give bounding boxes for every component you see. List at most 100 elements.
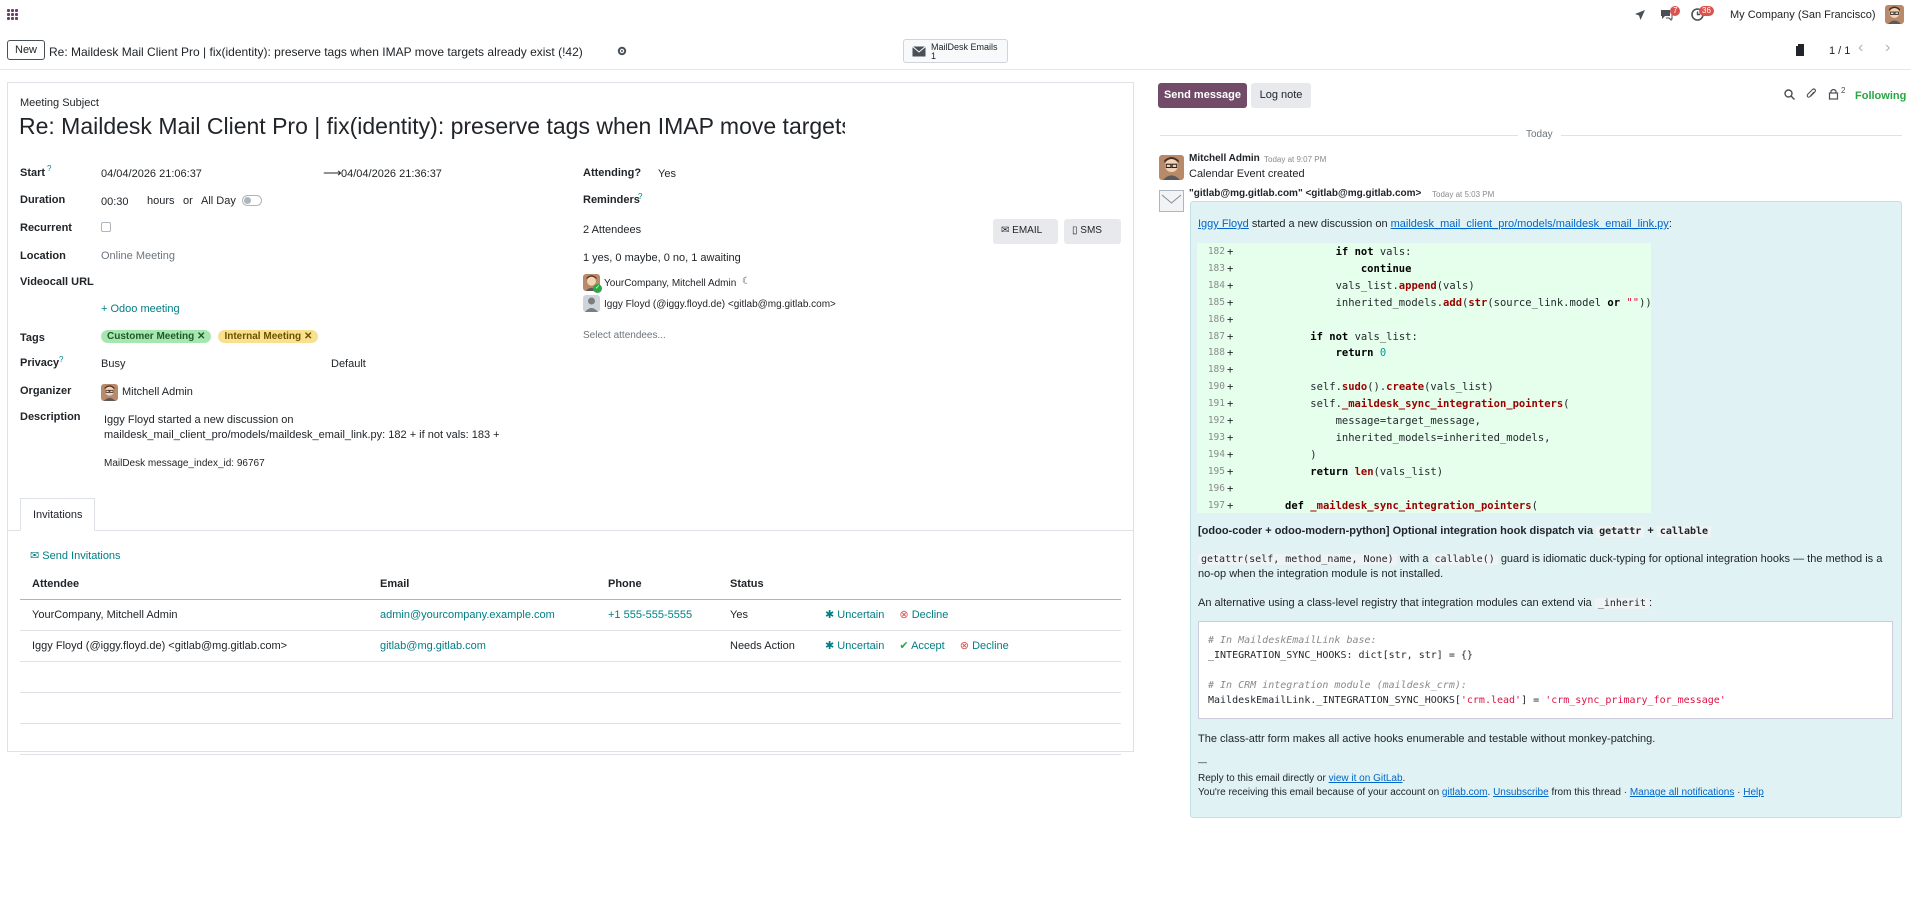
tag-customer-meeting[interactable]: Customer Meeting ✕ xyxy=(101,330,212,343)
accept-button[interactable]: ✔ Accept xyxy=(899,640,944,652)
diff-plus-marker: + xyxy=(1227,415,1234,427)
manage-notifications-link[interactable]: Manage all notifications xyxy=(1630,787,1735,798)
reminders-label: Reminders xyxy=(583,194,640,206)
phone-cell[interactable]: +1 555-555-5555 xyxy=(596,599,718,631)
company-switcher[interactable]: My Company (San Francisco) xyxy=(1730,9,1876,21)
message-body: Calendar Event created xyxy=(1189,168,1305,180)
apps-menu-icon[interactable] xyxy=(7,9,18,20)
sms-attendees-button[interactable]: ▯ SMS xyxy=(1064,219,1121,244)
intro-colon: : xyxy=(1668,218,1672,230)
tag-label: Customer Meeting xyxy=(107,331,195,342)
decline-x-icon: ⊗ xyxy=(899,609,912,621)
line-number: 190 xyxy=(1207,381,1225,393)
new-button[interactable]: New xyxy=(7,40,46,60)
organizer-name[interactable]: Mitchell Admin xyxy=(122,386,193,398)
column-attendee[interactable]: Attendee xyxy=(20,569,368,600)
help-link[interactable]: Help xyxy=(1743,787,1764,798)
subject-label: Meeting Subject xyxy=(20,97,99,109)
line-number: 196 xyxy=(1207,482,1225,494)
description-line-1[interactable]: Iggy Floyd started a new discussion on xyxy=(104,414,294,426)
table-header-row: Attendee Email Phone Status xyxy=(20,569,1121,600)
recurrent-checkbox[interactable] xyxy=(101,222,111,232)
email-cell[interactable]: gitlab@mg.gitlab.com xyxy=(368,630,596,662)
privacy-help-icon[interactable]: ? xyxy=(59,355,63,364)
hours-label: hours xyxy=(147,195,175,207)
send-invitations-label: Send Invitations xyxy=(42,550,121,562)
remove-tag-icon[interactable]: ✕ xyxy=(304,331,312,342)
uncertain-button[interactable]: ✱ Uncertain xyxy=(825,609,884,621)
email-cell[interactable]: admin@yourcompany.example.com xyxy=(368,599,596,631)
allday-toggle[interactable] xyxy=(242,195,262,206)
allday-label: All Day xyxy=(201,195,236,207)
attending-select[interactable]: Yes xyxy=(658,168,676,180)
tag-internal-meeting[interactable]: Internal Meeting ✕ xyxy=(218,330,319,343)
show-as-select[interactable]: Default xyxy=(331,358,366,370)
author-avatar[interactable] xyxy=(1159,155,1184,180)
subject-input[interactable]: Re: Maildesk Mail Client Pro | fix(ident… xyxy=(19,113,845,145)
diff-plus-marker: + xyxy=(1227,448,1234,461)
followers-lock-icon[interactable] xyxy=(1828,88,1839,100)
footer-text: from this thread · xyxy=(1551,787,1628,798)
send-invitations-button[interactable]: ✉ Send Invitations xyxy=(30,549,121,562)
decline-button[interactable]: ⊗ Decline xyxy=(899,609,948,621)
pager-next-button[interactable]: › xyxy=(1885,39,1890,57)
maildesk-emails-smart-button[interactable]: MailDesk Emails 1 xyxy=(903,39,1008,63)
code-line: _INTEGRATION_SYNC_HOOKS: dict[str, str] … xyxy=(1208,650,1473,661)
column-email[interactable]: Email xyxy=(368,569,596,600)
author-link[interactable]: Iggy Floyd xyxy=(1198,218,1249,230)
remove-tag-icon[interactable]: ✕ xyxy=(197,331,205,342)
unsubscribe-link[interactable]: Unsubscribe xyxy=(1493,787,1549,798)
plus-text: + xyxy=(1647,525,1654,537)
log-note-button[interactable]: Log note xyxy=(1251,83,1311,108)
email-attendees-button[interactable]: ✉ EMAIL xyxy=(993,219,1058,244)
column-phone[interactable]: Phone xyxy=(596,569,718,600)
send-icon[interactable] xyxy=(1634,9,1646,21)
start-datetime-input[interactable]: 04/04/2026 21:06:37 xyxy=(101,168,202,180)
location-input[interactable]: Online Meeting xyxy=(101,250,175,262)
description-line-2[interactable]: maildesk_mail_client_pro/models/maildesk… xyxy=(104,429,500,441)
gitlab-link[interactable]: gitlab.com xyxy=(1442,787,1488,798)
reminders-help-icon[interactable]: ? xyxy=(638,192,642,201)
pager-previous-button[interactable]: ‹ xyxy=(1858,39,1863,57)
following-button[interactable]: Following xyxy=(1855,90,1906,102)
top-navbar: 7 36 My Company (San Francisco) xyxy=(0,0,1911,30)
uncertain-label: Uncertain xyxy=(837,640,885,652)
followers-count: 2 xyxy=(1841,86,1846,95)
activity-count-badge: 36 xyxy=(1699,6,1714,16)
send-message-button[interactable]: Send message xyxy=(1158,83,1247,108)
line-number: 193 xyxy=(1207,431,1225,443)
select-attendees-input[interactable]: Select attendees... xyxy=(583,330,666,341)
description-line-3[interactable]: MailDesk message_index_id: 96767 xyxy=(104,458,265,469)
decline-button[interactable]: ⊗ Decline xyxy=(960,640,1009,652)
reply-footer: Reply to this email directly or view it … xyxy=(1198,773,1405,784)
phone-cell[interactable] xyxy=(596,630,718,662)
message-author[interactable]: Mitchell Admin xyxy=(1189,153,1260,164)
attendee-1-name[interactable]: YourCompany, Mitchell Admin xyxy=(604,278,736,289)
clipboard-icon[interactable] xyxy=(1795,44,1806,57)
user-avatar[interactable] xyxy=(1885,5,1904,24)
view-on-gitlab-link[interactable]: view it on GitLab xyxy=(1329,773,1403,784)
sms-button-label: SMS xyxy=(1080,225,1102,236)
privacy-select[interactable]: Busy xyxy=(101,358,125,370)
table-row[interactable]: YourCompany, Mitchell Admin admin@yourco… xyxy=(20,599,1121,631)
paperclip-icon[interactable] xyxy=(1806,88,1817,100)
attendee-2-name[interactable]: Iggy Floyd (@iggy.floyd.de) <gitlab@mg.g… xyxy=(604,299,836,310)
table-row[interactable]: Iggy Floyd (@iggy.floyd.de) <gitlab@mg.g… xyxy=(20,630,1121,662)
message-author[interactable]: "gitlab@mg.gitlab.com" <gitlab@mg.gitlab… xyxy=(1189,188,1421,199)
gear-icon[interactable] xyxy=(617,46,627,56)
line-number: 191 xyxy=(1207,398,1225,410)
review-heading: [odoo-coder + odoo-modern-python] Option… xyxy=(1198,525,1712,537)
tags-field[interactable]: Customer Meeting ✕ Internal Meeting ✕ xyxy=(101,330,322,343)
invitations-table: Attendee Email Phone Status YourCompany,… xyxy=(20,569,1121,755)
uncertain-button[interactable]: ✱ Uncertain xyxy=(825,640,884,652)
duration-input[interactable]: 00:30 xyxy=(101,196,129,208)
accept-label: Accept xyxy=(911,640,945,652)
file-path-link[interactable]: maildesk_mail_client_pro/models/maildesk… xyxy=(1391,218,1669,230)
search-icon[interactable] xyxy=(1784,89,1795,100)
stop-datetime-input[interactable]: 04/04/2026 21:36:37 xyxy=(341,168,442,180)
column-status[interactable]: Status xyxy=(718,569,813,600)
odoo-meeting-button[interactable]: + Odoo meeting xyxy=(101,303,180,315)
tab-invitations[interactable]: Invitations xyxy=(20,498,95,531)
odoo-meeting-label: Odoo meeting xyxy=(110,303,180,315)
start-help-icon[interactable]: ? xyxy=(47,164,51,173)
